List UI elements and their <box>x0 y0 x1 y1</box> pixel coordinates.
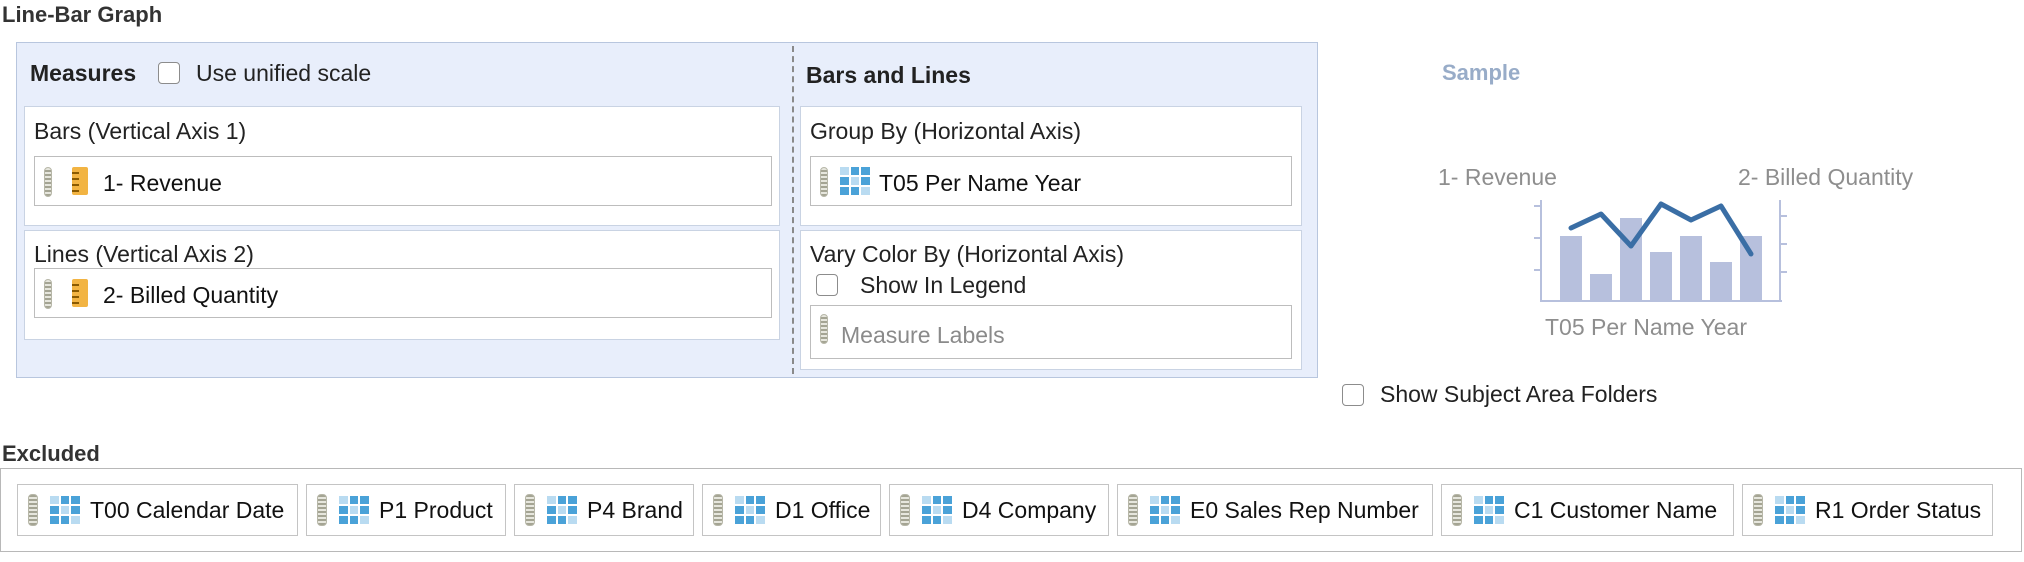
drag-handle-icon[interactable] <box>1452 494 1462 526</box>
bars-group-title: Bars (Vertical Axis 1) <box>34 118 247 144</box>
sample-bar <box>1710 262 1732 300</box>
excluded-chip[interactable]: R1 Order Status <box>1742 484 1993 536</box>
excluded-chip-label: P4 Brand <box>587 496 683 523</box>
column-table-icon <box>50 496 80 524</box>
sample-horizontal-axis-label: T05 Per Name Year <box>1545 314 1748 340</box>
drag-handle-icon[interactable] <box>525 494 535 526</box>
sample-left-axis <box>1534 200 1542 302</box>
measure-ruler-icon <box>72 279 88 307</box>
measure-ruler-icon <box>72 167 88 195</box>
drag-handle-icon[interactable] <box>317 494 327 526</box>
sample-bars <box>1560 218 1762 300</box>
vary-color-title: Vary Color By (Horizontal Axis) <box>810 241 1124 267</box>
excluded-chip[interactable]: D1 Office <box>702 484 881 536</box>
excluded-chip-label: D1 Office <box>775 496 871 523</box>
lines-item-billed-quantity[interactable]: 2- Billed Quantity <box>103 282 278 309</box>
sample-bar <box>1680 236 1702 300</box>
excluded-chip-label: T00 Calendar Date <box>90 496 285 523</box>
excluded-chip-label: E0 Sales Rep Number <box>1190 496 1419 523</box>
sample-chart-illustration <box>1534 200 1787 302</box>
excluded-chip[interactable]: D4 Company <box>889 484 1109 536</box>
vary-color-item[interactable]: Measure Labels <box>841 322 1005 349</box>
show-subject-area-folders-label: Show Subject Area Folders <box>1380 381 1658 407</box>
sample-line <box>1568 201 1754 257</box>
measures-title: Measures <box>30 60 137 86</box>
excluded-chip[interactable]: P4 Brand <box>514 484 694 536</box>
sample-right-axis <box>1779 200 1787 302</box>
column-table-icon <box>547 496 577 524</box>
panel-divider <box>792 46 794 374</box>
column-table-icon <box>1150 496 1180 524</box>
drag-handle-icon[interactable] <box>44 279 52 309</box>
excluded-chip[interactable]: P1 Product <box>306 484 506 536</box>
column-table-icon <box>735 496 765 524</box>
column-table-icon <box>922 496 952 524</box>
excluded-chip-label: R1 Order Status <box>1815 496 1982 523</box>
unified-scale-checkbox[interactable] <box>158 62 180 84</box>
unified-scale-label: Use unified scale <box>196 60 372 86</box>
bars-item-revenue[interactable]: 1- Revenue <box>103 170 222 197</box>
sample-left-axis-label: 1- Revenue <box>1438 164 1557 190</box>
drag-handle-icon[interactable] <box>1753 494 1763 526</box>
excluded-chip[interactable]: C1 Customer Name <box>1441 484 1734 536</box>
column-table-icon <box>1775 496 1805 524</box>
excluded-chip-label: D4 Company <box>962 496 1097 523</box>
show-subject-area-folders-checkbox[interactable] <box>1342 384 1364 406</box>
sample-bar <box>1590 274 1612 300</box>
drag-handle-icon[interactable] <box>820 167 828 197</box>
drag-handle-icon[interactable] <box>900 494 910 526</box>
drag-handle-icon[interactable] <box>713 494 723 526</box>
excluded-chip-label: P1 Product <box>379 496 493 523</box>
sample-bar <box>1650 252 1672 300</box>
drag-handle-icon[interactable] <box>820 314 828 344</box>
drag-handle-icon[interactable] <box>44 167 52 197</box>
column-table-icon <box>1474 496 1504 524</box>
sample-right-axis-label: 2- Billed Quantity <box>1738 164 1914 190</box>
excluded-chip[interactable]: E0 Sales Rep Number <box>1117 484 1433 536</box>
group-by-title: Group By (Horizontal Axis) <box>810 118 1081 144</box>
drag-handle-icon[interactable] <box>1128 494 1138 526</box>
group-by-item[interactable]: T05 Per Name Year <box>879 170 1081 197</box>
show-in-legend-checkbox[interactable] <box>816 274 838 296</box>
excluded-chip-label: C1 Customer Name <box>1514 496 1718 523</box>
drag-handle-icon[interactable] <box>28 494 38 526</box>
show-in-legend-label: Show In Legend <box>860 272 1027 298</box>
sample-bar <box>1620 218 1642 300</box>
page-title: Line-Bar Graph <box>2 2 163 27</box>
sample-bar <box>1560 236 1582 300</box>
excluded-title: Excluded <box>2 441 100 466</box>
sample-title: Sample <box>1442 60 1521 85</box>
lines-group-title: Lines (Vertical Axis 2) <box>34 241 254 267</box>
column-table-icon <box>840 167 870 195</box>
excluded-chip[interactable]: T00 Calendar Date <box>17 484 298 536</box>
bars-and-lines-title: Bars and Lines <box>806 62 971 88</box>
column-table-icon <box>339 496 369 524</box>
